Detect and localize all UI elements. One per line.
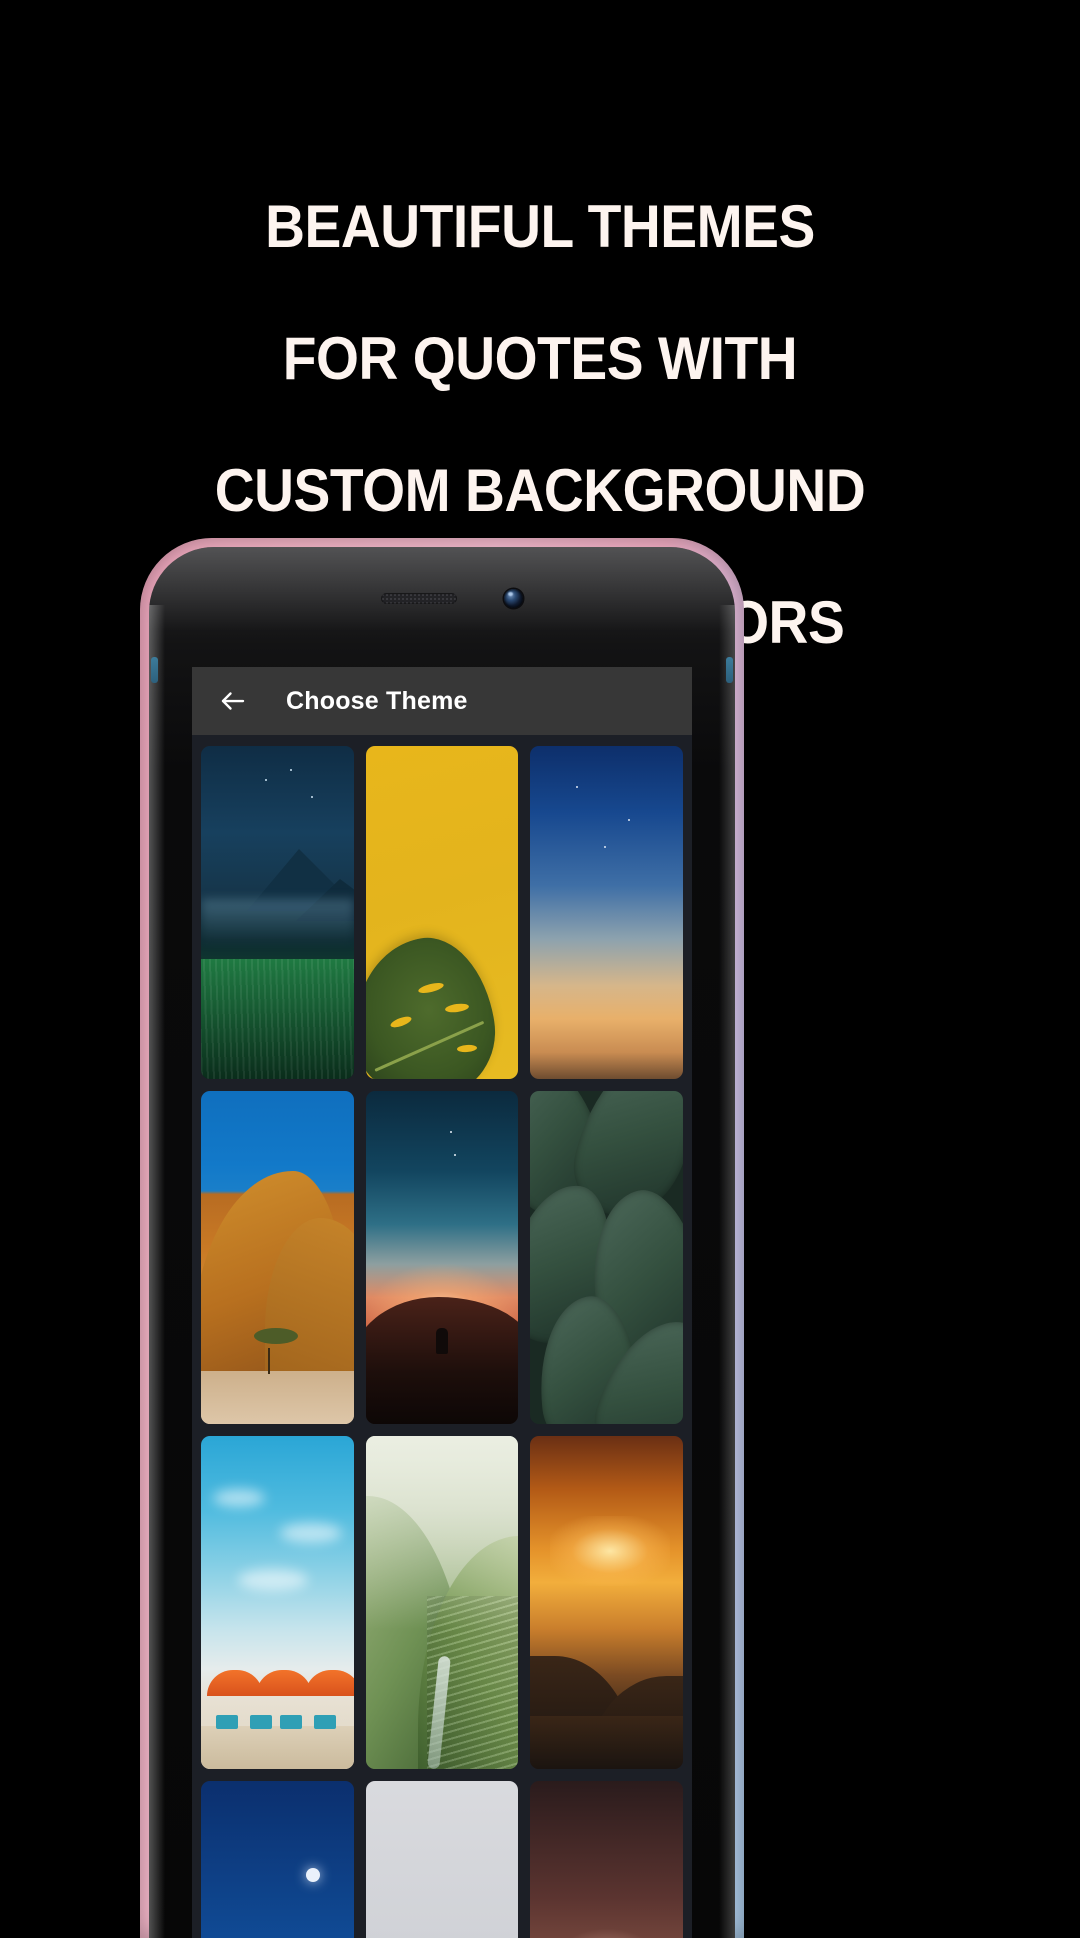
speaker-grille-icon (381, 593, 457, 604)
theme-art (530, 1091, 683, 1424)
theme-art (201, 1436, 354, 1769)
headline-line-3: CUSTOM BACKGROUND (214, 457, 866, 524)
theme-art (365, 1091, 519, 1424)
theme-art (201, 1781, 354, 1938)
theme-art (365, 1781, 519, 1938)
headline-line-2: FOR QUOTES WITH (282, 325, 798, 392)
theme-art (365, 1436, 519, 1769)
theme-grid (192, 735, 692, 1938)
arrow-left-icon (221, 692, 245, 710)
theme-thumbnail-orange-mountain-sunset[interactable] (530, 1436, 683, 1769)
theme-thumbnail-soft-white-mist[interactable] (365, 1781, 519, 1938)
phone-mockup: Choose Theme (140, 538, 744, 1938)
front-camera-icon (504, 589, 523, 608)
theme-art (201, 1091, 354, 1424)
theme-thumbnail-blue-night-moon[interactable] (201, 1781, 354, 1938)
theme-thumbnail-blue-orange-sky[interactable] (530, 746, 683, 1079)
theme-art (201, 746, 354, 1079)
theme-thumbnail-beach-umbrellas[interactable] (201, 1436, 354, 1769)
theme-thumbnail-dark-green-leaves[interactable] (530, 1091, 683, 1424)
frame-gloss (149, 547, 735, 667)
back-button[interactable] (216, 684, 250, 718)
theme-thumbnail-sunset-silhouette[interactable] (365, 1091, 519, 1424)
phone-frame: Choose Theme (149, 547, 735, 1938)
theme-art (530, 746, 683, 1079)
app-bar: Choose Theme (192, 667, 692, 735)
headline-line-1: BEAUTIFUL THEMES (265, 193, 815, 260)
theme-art (530, 1436, 683, 1769)
theme-thumbnail-night-mountain-grass[interactable] (201, 746, 354, 1079)
theme-thumbnail-terraced-valley[interactable] (365, 1436, 519, 1769)
frame-highlight-left (149, 605, 165, 1938)
theme-thumbnail-rose-bloom[interactable] (530, 1781, 683, 1938)
theme-art (365, 746, 519, 1079)
frame-highlight-right (719, 605, 735, 1938)
theme-thumbnail-desert-dune-tree[interactable] (201, 1091, 354, 1424)
theme-thumbnail-yellow-monstera-leaf[interactable] (365, 746, 519, 1079)
theme-art (530, 1781, 683, 1938)
phone-screen: Choose Theme (192, 667, 692, 1938)
bezel-accent-right (726, 657, 733, 683)
page-title: Choose Theme (286, 686, 468, 715)
bezel-accent-left (151, 657, 158, 683)
